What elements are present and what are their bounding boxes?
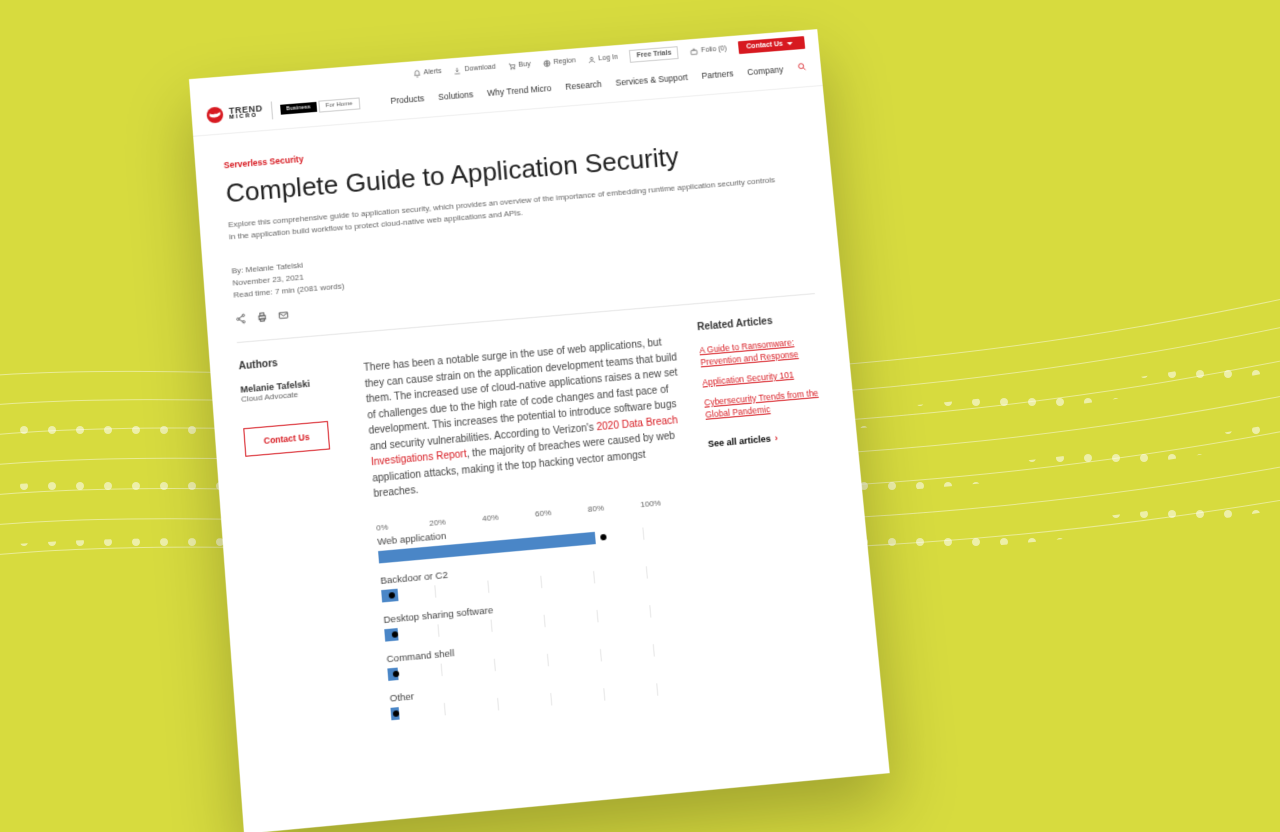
tick-100: 100% bbox=[640, 498, 661, 509]
nav-solutions[interactable]: Solutions bbox=[438, 89, 474, 102]
nav-services[interactable]: Services & Support bbox=[615, 72, 688, 88]
audience-home-button[interactable]: For Home bbox=[318, 97, 360, 112]
related-list: A Guide to Ransomware: Prevention and Re… bbox=[699, 335, 826, 421]
login-label: Log In bbox=[598, 54, 618, 62]
nav-partners[interactable]: Partners bbox=[701, 68, 734, 80]
contact-us-cta[interactable]: Contact Us bbox=[738, 36, 805, 54]
search-icon[interactable] bbox=[797, 62, 808, 75]
nav-products[interactable]: Products bbox=[390, 93, 424, 106]
chevron-down-icon bbox=[787, 42, 793, 45]
intro-paragraph: There has been a notable surge in the us… bbox=[363, 334, 688, 502]
breach-vector-chart: 0% 20% 40% 60% 80% 100% Web applicationB… bbox=[376, 500, 657, 720]
brand-logo[interactable]: t TREND MICRO bbox=[205, 102, 263, 124]
brand-bottom: MICRO bbox=[229, 113, 263, 121]
chevron-right-icon: › bbox=[774, 433, 778, 443]
folio-link[interactable]: Folio (0) bbox=[690, 45, 727, 56]
download-link[interactable]: Download bbox=[453, 63, 496, 74]
nav-research[interactable]: Research bbox=[565, 79, 602, 92]
print-icon[interactable] bbox=[256, 309, 269, 328]
see-all-label: See all articles bbox=[708, 434, 772, 450]
authors-heading: Authors bbox=[238, 353, 341, 373]
mail-icon[interactable] bbox=[277, 307, 290, 326]
download-icon bbox=[453, 66, 462, 75]
tick-20: 20% bbox=[429, 514, 483, 528]
alerts-label: Alerts bbox=[423, 68, 441, 76]
contact-us-button[interactable]: Contact Us bbox=[243, 421, 330, 457]
cart-icon bbox=[507, 62, 516, 71]
related-link-0[interactable]: A Guide to Ransomware: Prevention and Re… bbox=[699, 335, 821, 369]
bell-icon bbox=[412, 69, 421, 78]
article-page: Alerts Download Buy Region Log In Free T… bbox=[189, 29, 890, 832]
cta-label: Contact Us bbox=[746, 41, 783, 51]
login-link[interactable]: Log In bbox=[587, 53, 618, 63]
tick-80: 80% bbox=[587, 500, 640, 514]
region-link[interactable]: Region bbox=[542, 57, 576, 68]
nav-why[interactable]: Why Trend Micro bbox=[487, 83, 552, 98]
tick-60: 60% bbox=[535, 504, 588, 518]
folio-label: Folio (0) bbox=[701, 45, 727, 54]
free-trials-button[interactable]: Free Trials bbox=[629, 46, 679, 63]
user-icon bbox=[587, 55, 596, 64]
region-label: Region bbox=[553, 57, 576, 66]
share-icon[interactable] bbox=[235, 311, 248, 330]
divider bbox=[270, 102, 272, 120]
see-all-articles[interactable]: See all articles › bbox=[708, 429, 829, 450]
audience-business-button[interactable]: Business bbox=[280, 102, 317, 115]
download-label: Download bbox=[464, 64, 496, 73]
briefcase-icon bbox=[690, 47, 699, 55]
tick-40: 40% bbox=[482, 509, 536, 523]
nav-company[interactable]: Company bbox=[747, 64, 784, 77]
alerts-link[interactable]: Alerts bbox=[412, 68, 442, 78]
buy-link[interactable]: Buy bbox=[507, 60, 531, 70]
buy-label: Buy bbox=[518, 61, 531, 69]
related-link-2[interactable]: Cybersecurity Trends from the Global Pan… bbox=[704, 387, 826, 421]
related-link-1[interactable]: Application Security 101 bbox=[702, 367, 823, 389]
chart-marker bbox=[600, 533, 607, 540]
trend-logo-icon: t bbox=[205, 105, 224, 124]
related-heading: Related Articles bbox=[697, 312, 818, 333]
tick-0: 0% bbox=[376, 518, 430, 532]
globe-icon bbox=[542, 59, 551, 68]
